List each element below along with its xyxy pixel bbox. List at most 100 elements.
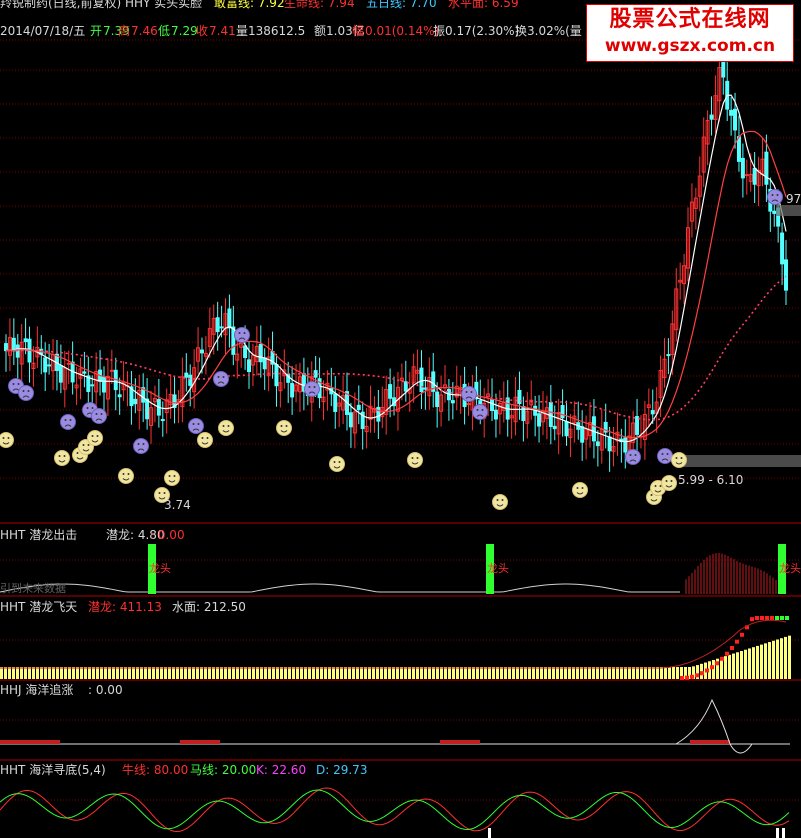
panel3-segment bbox=[20, 740, 60, 744]
panel2-volume-bar bbox=[424, 667, 427, 679]
panel2-volume-bar bbox=[80, 667, 83, 679]
panel2-step bbox=[705, 668, 709, 673]
panel2-volume-bar bbox=[76, 667, 79, 679]
candle-body bbox=[290, 383, 295, 398]
panel2-volume-bar bbox=[612, 667, 615, 679]
frowny-icon bbox=[472, 404, 488, 420]
panel2-step bbox=[755, 616, 759, 620]
panel2-volume-bar bbox=[156, 667, 159, 679]
panel2-volume-bar bbox=[48, 667, 51, 679]
candle-body bbox=[591, 416, 596, 442]
panel2-volume-bar bbox=[564, 667, 567, 679]
frowny-icon bbox=[657, 448, 673, 464]
panel2-volume-bar bbox=[760, 644, 763, 679]
panel4-title: HHT 海洋寻底(5,4) bbox=[0, 763, 106, 777]
face-eye bbox=[95, 413, 98, 415]
panel2-volume-bar bbox=[28, 667, 31, 679]
panel2-volume-bar bbox=[604, 667, 607, 679]
candle-body bbox=[784, 259, 788, 291]
panel2-volume-bar bbox=[172, 667, 175, 679]
panel2-volume-bar bbox=[532, 667, 535, 679]
panel2-volume-bar bbox=[220, 667, 223, 679]
panel2-step bbox=[680, 676, 684, 680]
face-eye bbox=[86, 407, 89, 409]
panel2-volume-bar bbox=[148, 667, 151, 679]
range-price-label: 5.99 - 6.10 bbox=[678, 473, 744, 487]
panel2-volume-bar bbox=[576, 667, 579, 679]
face-eye bbox=[206, 437, 209, 439]
panel2-volume-bar bbox=[68, 667, 71, 679]
face-eye bbox=[581, 487, 584, 489]
close-value: 7.41 bbox=[209, 24, 236, 38]
panel2-volume-bar bbox=[488, 667, 491, 679]
candle-body bbox=[729, 109, 734, 116]
panel4-ma: 马线: 20.00 bbox=[190, 763, 257, 777]
candle-body bbox=[231, 326, 236, 355]
candle-body bbox=[666, 354, 671, 357]
face-eye bbox=[197, 423, 200, 425]
panel2-step bbox=[700, 671, 704, 676]
panel2-volume-bar bbox=[124, 667, 127, 679]
smiley-icon bbox=[0, 432, 14, 448]
candle-body bbox=[564, 421, 569, 437]
panel2-volume-bar bbox=[420, 667, 423, 679]
candle-body bbox=[160, 419, 165, 422]
panel2-volume-bar bbox=[624, 667, 627, 679]
panel2-volume-bar bbox=[92, 667, 95, 679]
close-label: 收 bbox=[196, 24, 209, 38]
panel2-volume-bar bbox=[520, 667, 523, 679]
panel2-volume-bar bbox=[496, 667, 499, 679]
candle-body bbox=[376, 406, 381, 422]
face-eye bbox=[217, 376, 220, 378]
face-eye bbox=[87, 444, 90, 446]
face-eye bbox=[416, 457, 419, 459]
panel2-volume-bar bbox=[324, 667, 327, 679]
panel2-volume-bar bbox=[744, 649, 747, 679]
panel2-volume-bar bbox=[644, 667, 647, 679]
panel2-shuimian: 水面: 212.50 bbox=[172, 600, 246, 614]
frowny-icon bbox=[625, 449, 641, 465]
panel2-volume-bar bbox=[732, 653, 735, 679]
candle-body bbox=[247, 359, 252, 373]
panel2-volume-bar bbox=[504, 667, 507, 679]
face-eye bbox=[22, 390, 25, 392]
face-eye bbox=[137, 443, 140, 445]
panel2-volume-bar bbox=[52, 667, 55, 679]
panel2-volume-bar bbox=[88, 667, 91, 679]
open-label: 开 bbox=[90, 24, 103, 38]
frowny-icon bbox=[304, 381, 320, 397]
panel2-volume-bar bbox=[592, 667, 595, 679]
panel2-volume-bar bbox=[632, 667, 635, 679]
face-eye bbox=[313, 386, 316, 388]
panel2-step bbox=[750, 617, 754, 622]
face-eye bbox=[675, 457, 678, 459]
panel2-volume-bar bbox=[552, 667, 555, 679]
panel1-marker-3: 龙头 bbox=[779, 562, 801, 575]
smiley-icon bbox=[671, 452, 687, 468]
panel2-step bbox=[715, 661, 719, 666]
candle-body bbox=[736, 136, 741, 162]
candle-body bbox=[450, 400, 455, 404]
panel2-volume-bar bbox=[404, 667, 407, 679]
face-eye bbox=[659, 485, 662, 487]
face-eye bbox=[127, 473, 130, 475]
candle-body bbox=[552, 425, 557, 430]
panel2-volume-bar bbox=[380, 667, 383, 679]
panel2-volume-bar bbox=[472, 667, 475, 679]
panel2-volume-bar bbox=[384, 667, 387, 679]
gan-label: 敢富线: 7.92 bbox=[214, 0, 285, 10]
panel2-volume-bar bbox=[444, 667, 447, 679]
face-eye bbox=[496, 499, 499, 501]
smiley-icon bbox=[87, 430, 103, 446]
candle-body bbox=[607, 436, 612, 452]
panel2-volume-bar bbox=[112, 667, 115, 679]
panel3-segment bbox=[180, 740, 220, 744]
right-price-label: 97 bbox=[786, 192, 801, 206]
panel2-volume-bar bbox=[296, 667, 299, 679]
panel2-volume-bar bbox=[276, 667, 279, 679]
face-eye bbox=[76, 452, 79, 454]
panel2-volume-bar bbox=[616, 667, 619, 679]
face-eye bbox=[222, 425, 225, 427]
panel2-volume-bar bbox=[180, 667, 183, 679]
panel2-volume-bar bbox=[12, 667, 15, 679]
